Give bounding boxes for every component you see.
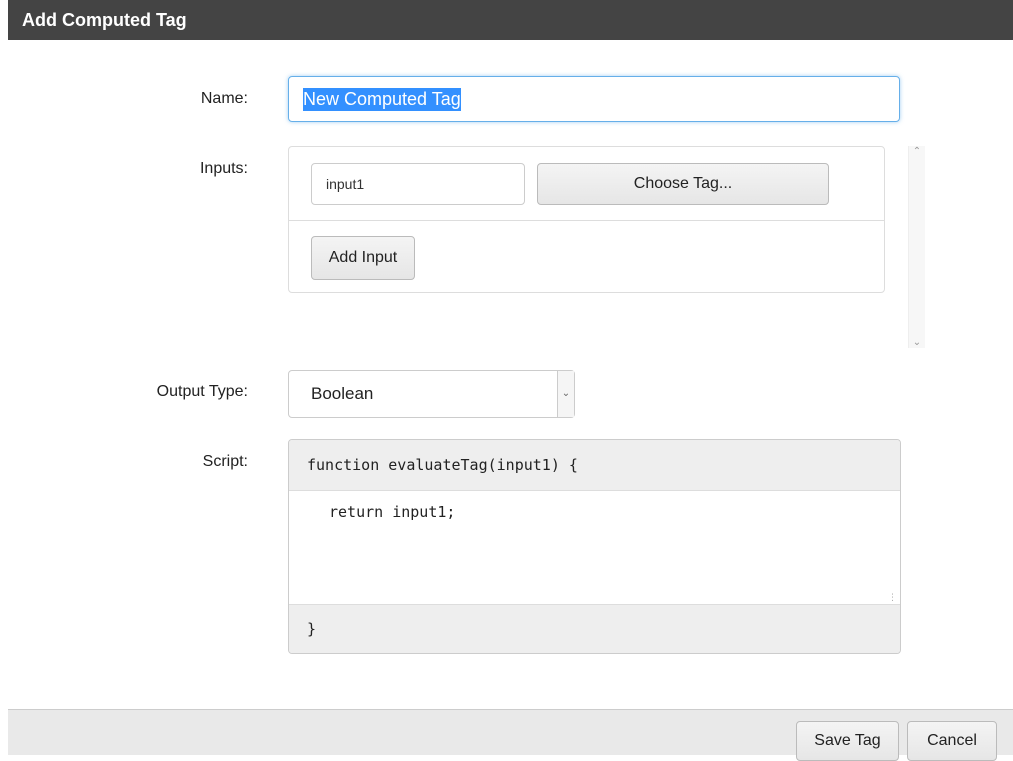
dialog-footer: Save Tag Cancel — [8, 709, 1013, 761]
cancel-button[interactable]: Cancel — [907, 721, 997, 761]
choose-tag-button[interactable]: Choose Tag... — [537, 163, 829, 205]
script-footer: } — [289, 604, 900, 653]
inputs-label: Inputs: — [199, 160, 248, 177]
input-row: input1 Choose Tag... — [289, 147, 884, 221]
dialog-title: Add Computed Tag — [8, 0, 1013, 40]
save-tag-button[interactable]: Save Tag — [796, 721, 899, 761]
chevron-down-icon[interactable]: ⌄ — [909, 337, 925, 348]
inputs-panel: input1 Choose Tag... Add Input — [288, 146, 885, 293]
script-editor: function evaluateTag(input1) { return in… — [288, 439, 901, 654]
input-name-field[interactable]: input1 — [311, 163, 525, 205]
add-input-button[interactable]: Add Input — [311, 236, 415, 280]
inputs-scrollbar[interactable]: ⌃ ⌄ — [908, 146, 925, 348]
name-input-value: New Computed Tag — [303, 87, 461, 111]
script-body-textarea[interactable]: return input1; — [289, 491, 900, 604]
add-computed-tag-dialog: Add Computed Tag Name: New Computed Tag … — [8, 0, 1013, 761]
output-type-value: Boolean — [311, 384, 374, 403]
output-type-label: Output Type: — [156, 383, 248, 400]
resize-grip-icon[interactable]: ⋮ — [888, 593, 897, 602]
chevron-down-icon[interactable]: ⌄ — [557, 371, 574, 417]
name-label: Name: — [200, 90, 248, 107]
name-input[interactable]: New Computed Tag — [288, 76, 900, 122]
output-type-select[interactable]: Boolean ⌄ — [288, 370, 575, 418]
script-header: function evaluateTag(input1) { — [289, 440, 900, 491]
chevron-up-icon[interactable]: ⌃ — [909, 146, 925, 157]
script-label: Script: — [202, 453, 248, 470]
